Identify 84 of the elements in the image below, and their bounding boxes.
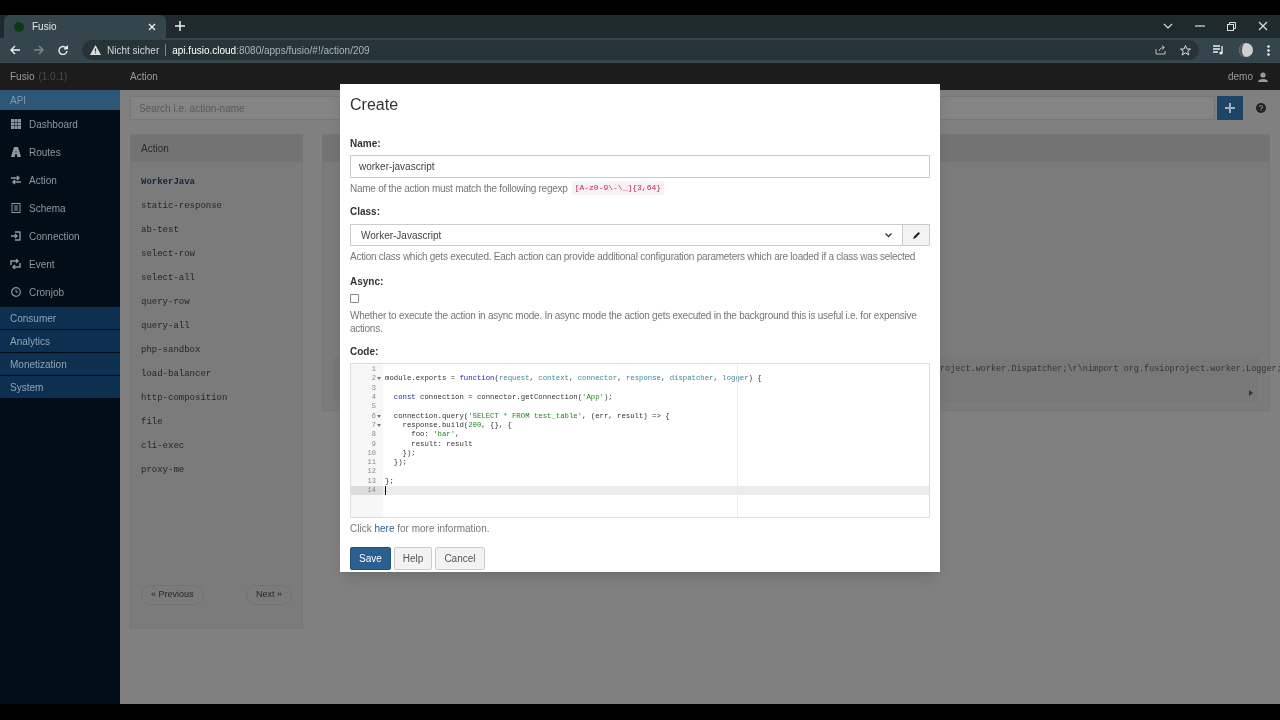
sidebar-item[interactable]: Action [0, 166, 120, 194]
panel-heading: Action [131, 135, 302, 162]
regexp-code: [A-z0-9\-\_]{3,64} [571, 181, 665, 195]
field-label: Name: [350, 138, 382, 150]
help-link[interactable]: here [374, 523, 395, 534]
chevron-down-icon [885, 232, 892, 238]
app-brand[interactable]: Fusio [10, 69, 35, 84]
grid-icon [10, 119, 21, 129]
action-list-item[interactable]: select-all [141, 271, 302, 286]
page-title: Action [130, 70, 159, 84]
code-text: roject.worker.Dispatcher;\r\nimport org.fusioproject.worker.Logger; [940, 363, 1280, 376]
action-list-item[interactable]: select-row [141, 247, 302, 262]
action-list-item[interactable]: http-composition [141, 391, 302, 406]
star-icon[interactable] [1180, 44, 1191, 56]
restore-icon[interactable] [1227, 21, 1236, 31]
list-icon [10, 203, 21, 213]
action-list-item[interactable]: proxy-me [141, 463, 302, 478]
retweet-icon [10, 259, 21, 269]
fold-arrow-icon[interactable] [377, 423, 381, 427]
sidebar-group[interactable]: System [0, 376, 120, 398]
sidebar-item[interactable]: Cronjob [0, 278, 120, 306]
new-tab-icon[interactable] [175, 21, 185, 31]
profile-avatar-icon[interactable] [1239, 43, 1253, 57]
action-list-item[interactable]: query-row [141, 295, 302, 310]
async-checkbox[interactable] [350, 294, 359, 303]
dialog-button[interactable]: Help [393, 547, 433, 570]
action-list-item[interactable]: query-all [141, 319, 302, 334]
sign-in-icon [10, 231, 21, 241]
scroll-arrow-icon[interactable] [1249, 390, 1253, 396]
reload-icon[interactable] [58, 45, 68, 55]
help-text: Action class which gets executed. Each action can provide additional configuration parameters which are loaded if a class was selected [350, 250, 917, 263]
dialog-button[interactable]: Cancel [435, 547, 485, 570]
back-icon[interactable] [10, 45, 20, 55]
user-icon [1258, 71, 1268, 82]
warning-icon [90, 45, 101, 55]
sidebar-group[interactable]: Monetization [0, 353, 120, 375]
help-text: Whether to execute the action in async mode. In async mode the action gets executed in the background this is useful i.e. for expensive actions. [350, 309, 918, 335]
action-list-item[interactable]: cli-exec [141, 439, 302, 454]
security-label: Nicht sicher [107, 43, 160, 58]
chevron-down-icon[interactable] [1163, 23, 1173, 29]
sidebar-group[interactable]: Analytics [0, 330, 120, 352]
help-icon[interactable] [1256, 103, 1266, 113]
clock-icon [10, 287, 21, 297]
sidebar-item[interactable]: Connection [0, 222, 120, 250]
sidebar-item[interactable]: Event [0, 250, 120, 278]
close-icon[interactable] [1258, 21, 1268, 31]
text-cursor [385, 486, 386, 495]
more-menu-icon[interactable] [1267, 44, 1270, 56]
field-label: Async: [350, 276, 385, 288]
dialog-title: Create [349, 95, 400, 115]
action-list-item[interactable]: static-response [141, 199, 302, 214]
add-button[interactable] [1217, 96, 1243, 120]
media-icon[interactable] [1213, 45, 1225, 55]
close-icon[interactable] [148, 22, 156, 31]
sidebar-group[interactable]: Consumer [0, 307, 120, 329]
help-text: Name of the action must match the following regexp [350, 181, 568, 195]
field-label: Class: [350, 206, 381, 218]
action-list-item[interactable]: load-balancer [141, 367, 302, 382]
favicon-icon [14, 21, 24, 32]
info-text: Click here for more information. [350, 522, 491, 535]
share-icon[interactable] [1155, 45, 1166, 55]
sidebar-item[interactable]: Dashboard [0, 110, 120, 138]
dialog-button[interactable]: Save [350, 547, 391, 570]
name-field[interactable]: worker-javascript [350, 155, 930, 178]
edit-button[interactable] [903, 224, 930, 246]
action-list-item[interactable]: php-sandbox [141, 343, 302, 358]
arrows-icon [10, 175, 21, 185]
address-bar[interactable]: Nicht sicher api.fusio.cloud:8080/apps/fusio/#!/action/209 [82, 40, 1199, 60]
plus-icon [1225, 103, 1235, 113]
sidebar-item[interactable]: Schema [0, 194, 120, 222]
field-label: Code: [350, 346, 380, 358]
fold-arrow-icon[interactable] [377, 377, 381, 381]
url-text: api.fusio.cloud:8080/apps/fusio/#!/action/209 [172, 43, 370, 58]
action-list-item[interactable]: file [141, 415, 302, 430]
forward-icon[interactable] [34, 45, 44, 55]
browser-tab[interactable]: Fusio [4, 15, 166, 38]
tab-title: Fusio [32, 20, 58, 34]
fold-arrow-icon[interactable] [377, 414, 381, 418]
action-list-item[interactable]: ab-test [141, 223, 302, 238]
sidebar-item[interactable]: Routes [0, 138, 120, 166]
user-name[interactable]: demo [1228, 69, 1253, 84]
pencil-icon [911, 230, 921, 240]
class-select[interactable]: Worker-Javascript [350, 224, 903, 246]
action-list-item[interactable]: WorkerJava [141, 175, 302, 190]
